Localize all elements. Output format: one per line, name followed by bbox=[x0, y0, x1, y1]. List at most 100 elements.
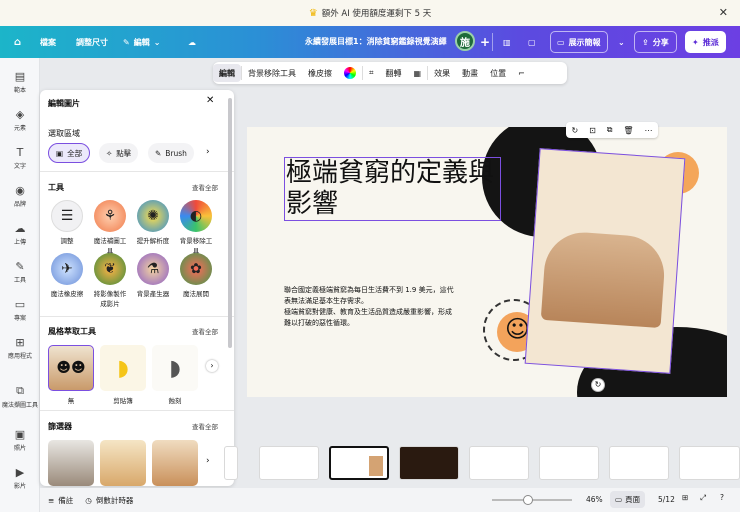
page-counter[interactable]: 5/12 bbox=[658, 495, 675, 504]
chevron-right-icon[interactable]: › bbox=[206, 360, 218, 372]
transparency-icon[interactable]: ▦ bbox=[408, 64, 428, 82]
rail-label: 工具 bbox=[13, 277, 26, 284]
page-thumbnails bbox=[224, 440, 740, 486]
paint-roller-icon[interactable]: ⌐ bbox=[512, 64, 531, 82]
chip-brush[interactable]: ✎ Brush bbox=[148, 143, 194, 163]
page-view-button[interactable]: ▭ 頁面 bbox=[610, 491, 646, 508]
style-scrapbook-thumb[interactable]: ◗ bbox=[100, 345, 146, 391]
lock-icon[interactable]: ⊡ bbox=[589, 126, 596, 135]
rail-label: 照片 bbox=[13, 445, 26, 452]
rail-apps[interactable]: ⊞ 應用程式 bbox=[0, 336, 40, 360]
zoom-slider-thumb[interactable] bbox=[523, 495, 533, 505]
tool-image-to-video[interactable]: ❦ 將影像製作成影片 bbox=[91, 253, 129, 308]
body-line: 表無法滿足基本生存需求。 bbox=[284, 297, 368, 305]
position-button[interactable]: 位置 bbox=[484, 64, 512, 82]
tool-adjust[interactable]: ☰ 調整 bbox=[48, 200, 86, 245]
panel-scrollbar[interactable] bbox=[228, 98, 232, 348]
rotate-icon[interactable]: ↻ bbox=[571, 126, 578, 135]
notes-button[interactable]: 備註 bbox=[58, 495, 73, 506]
filters-see-all[interactable]: 查看全部 bbox=[192, 421, 218, 431]
zoom-level[interactable]: 46% bbox=[586, 495, 603, 504]
tool-bg-remove[interactable]: ◐ 背景移除工具 bbox=[177, 200, 215, 255]
timer-button[interactable]: 倒數計時器 bbox=[96, 495, 134, 506]
page-thumb[interactable] bbox=[609, 446, 669, 480]
animate-button[interactable]: 動畫 bbox=[456, 64, 484, 82]
home-button[interactable]: ⌂ bbox=[8, 31, 27, 53]
style-none-thumb[interactable]: ☻☻ bbox=[48, 345, 94, 391]
chevron-right-icon[interactable]: › bbox=[206, 456, 210, 466]
grid-view-icon[interactable]: ⊞ bbox=[682, 493, 688, 502]
document-title[interactable]: 永續發展目標1：消除貧窮鑑錄視覺演繹 bbox=[305, 36, 447, 47]
share-button[interactable]: ⇪ 分享 bbox=[634, 31, 677, 53]
style-label-scrapbook: 剪貼簿 bbox=[113, 397, 133, 405]
tool-label: 調整 bbox=[60, 237, 74, 245]
rail-templates[interactable]: ▤ 範本 bbox=[0, 70, 40, 94]
rail-tools[interactable]: ✎ 工具 bbox=[0, 260, 40, 284]
comment-icon[interactable]: ▢ bbox=[522, 31, 542, 53]
rail-projects[interactable]: ▭ 專案 bbox=[0, 298, 40, 322]
push-button[interactable]: ✦ 推派 bbox=[685, 31, 726, 53]
page-thumb-current[interactable] bbox=[329, 446, 389, 480]
rail-elements[interactable]: ◈ 元素 bbox=[0, 108, 40, 132]
page-thumb[interactable] bbox=[259, 446, 319, 480]
filter-thumb[interactable] bbox=[48, 440, 94, 486]
rail-videos[interactable]: ▶ 影片 bbox=[0, 466, 40, 490]
rail-text[interactable]: T 文字 bbox=[0, 146, 40, 170]
page-thumb[interactable] bbox=[224, 446, 238, 480]
selected-photo[interactable] bbox=[524, 148, 686, 374]
avatar[interactable]: 施 bbox=[455, 31, 475, 51]
present-button[interactable]: ▭ 展示簡報 bbox=[550, 31, 608, 53]
edit-mode-dropdown[interactable]: ✎ 編輯 ⌄ bbox=[117, 31, 166, 53]
chevron-right-icon[interactable]: › bbox=[206, 147, 210, 157]
rotate-handle-icon[interactable]: ↻ bbox=[591, 378, 605, 392]
more-icon[interactable]: ⋯ bbox=[645, 126, 653, 135]
chip-click[interactable]: ✧ 點擊 bbox=[99, 143, 139, 163]
chip-label: 點擊 bbox=[116, 148, 132, 158]
tool-magic-edit[interactable]: ⚘ 魔法補圖工具 bbox=[91, 200, 129, 255]
close-icon[interactable]: ✕ bbox=[206, 95, 214, 106]
page-thumb[interactable] bbox=[469, 446, 529, 480]
style-label-none: 無 bbox=[67, 397, 75, 405]
flip-button[interactable]: 翻轉 bbox=[380, 64, 408, 82]
tool-bg-generator[interactable]: ⚗ 背景產生器 bbox=[134, 253, 172, 298]
style-see-all[interactable]: 查看全部 bbox=[192, 326, 218, 336]
help-icon[interactable]: ? bbox=[720, 493, 724, 502]
slide-body-text[interactable]: 聯合國定義極端貧窮為每日生活費不到 1.9 美元，這代 表無法滿足基本生存需求。… bbox=[284, 285, 474, 329]
present-options-chevron-icon[interactable]: ⌄ bbox=[612, 31, 631, 53]
tool-magic-eraser[interactable]: ✈ 魔法橡皮擦 bbox=[48, 253, 86, 298]
page-thumb[interactable] bbox=[399, 446, 459, 480]
zoom-slider[interactable] bbox=[492, 495, 572, 505]
insights-icon[interactable]: ▥ bbox=[497, 31, 517, 53]
crop-icon[interactable]: ⌗ bbox=[363, 64, 380, 82]
eraser-button[interactable]: 橡皮擦 bbox=[302, 64, 338, 82]
bg-remove-button[interactable]: 背景移除工具 bbox=[242, 64, 302, 82]
fullscreen-icon[interactable]: ⤢ bbox=[700, 493, 706, 503]
tool-upscale[interactable]: ✺ 提升解析度 bbox=[134, 200, 172, 245]
effects-button[interactable]: 效果 bbox=[428, 64, 456, 82]
rail-uploads[interactable]: ☁ 上傳 bbox=[0, 222, 40, 246]
duplicate-icon[interactable]: ⧉ bbox=[607, 125, 613, 135]
text-icon: T bbox=[16, 146, 24, 159]
chip-all[interactable]: ▣ 全部 bbox=[48, 143, 91, 163]
slide-headline[interactable]: 極端貧窮的定義與影響 bbox=[284, 157, 501, 221]
filter-thumb[interactable] bbox=[100, 440, 146, 486]
divider bbox=[492, 33, 493, 51]
edit-image-button[interactable]: 編輯 bbox=[213, 64, 241, 82]
tool-magic-expand[interactable]: ✿ 魔法展開 bbox=[177, 253, 215, 298]
pencil-icon: ✎ bbox=[123, 37, 130, 47]
tools-see-all[interactable]: 查看全部 bbox=[192, 182, 218, 192]
trash-icon[interactable]: 🗑 bbox=[623, 126, 633, 135]
cupcake-icon: ⚘ bbox=[94, 200, 126, 232]
page-thumb[interactable] bbox=[539, 446, 599, 480]
rail-photos[interactable]: ▣ 照片 bbox=[0, 428, 40, 452]
page-thumb[interactable] bbox=[679, 446, 740, 480]
cloud-save-icon[interactable]: ☁ bbox=[182, 31, 202, 53]
rail-brand[interactable]: ◉ 品牌 bbox=[0, 184, 40, 208]
close-icon[interactable]: ✕ bbox=[719, 6, 728, 19]
style-etching-thumb[interactable]: ◗ bbox=[152, 345, 198, 391]
file-menu[interactable]: 檔案 bbox=[34, 31, 62, 53]
resize-button[interactable]: 調整尺寸 bbox=[70, 31, 114, 53]
rail-magic-grab[interactable]: ⧉ 魔法擷圖工具 bbox=[0, 384, 40, 409]
filter-thumb[interactable] bbox=[152, 440, 198, 486]
color-wheel-icon[interactable] bbox=[338, 64, 362, 82]
